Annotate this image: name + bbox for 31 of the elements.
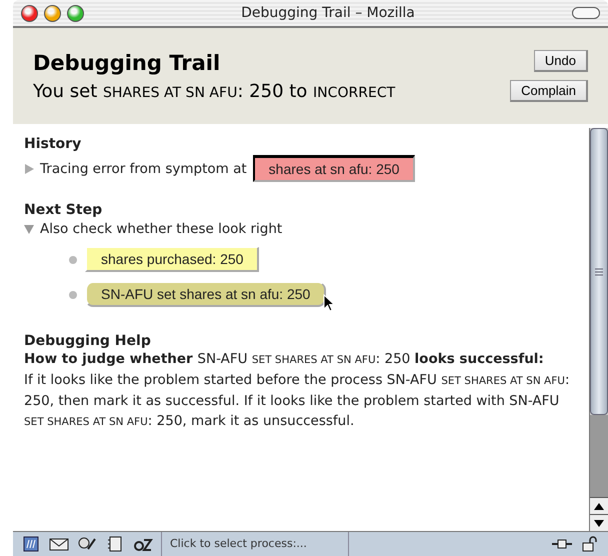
section-heading: History [24,136,82,152]
cursor-icon [323,294,336,312]
symptom-chip[interactable]: shares at sn afu: 250 [252,155,416,182]
scrollbar[interactable] [589,128,608,531]
expanded-triangle-icon[interactable] [24,224,34,234]
history-text: Tracing error from symptom at [40,160,247,176]
undo-button[interactable]: Undo [534,50,588,72]
step-text: Also check whether these look right [40,221,282,237]
window-title: Debugging Trail – Mozilla [240,5,416,21]
help-paragraph: If it looks like the problem started before the process SN-AFU SET SHARES AT SN AFU: 250, then mark it as successful. If it looks like the problem started with SN-AFU SET SHARES AT SN AFU: 250, mark it as unsuccessful. [24,371,571,431]
close-button[interactable] [21,4,38,22]
page-title: Debugging Trail [33,50,222,74]
process-chip[interactable]: SN-AFU set shares at sn afu: 250 [85,282,326,307]
section-heading: Next Step [24,202,104,218]
scroll-down-arrow-icon[interactable] [594,520,604,526]
scroll-up-arrow-icon[interactable] [594,502,604,510]
scroll-thumb[interactable] [590,128,608,415]
mail-icon[interactable] [49,536,69,552]
minimize-button[interactable] [44,4,61,22]
bullet-icon [69,290,77,298]
lock-icon[interactable] [580,536,600,552]
process-chip[interactable]: shares purchased: 250 [85,247,260,272]
bullet-icon [69,256,77,264]
status-text: Click to select process:... [161,532,349,556]
section-heading: Debugging Help [24,333,152,349]
help-question: How to judge whether SN-AFU SET SHARES AT SN AFU: 250 looks successful: [24,350,545,369]
toolbar-toggle-button[interactable] [572,7,600,19]
complain-button[interactable]: Complain [510,80,588,102]
verdict-text: You set SHARES AT SN AFU: 250 to INCORRECT [33,80,396,102]
grip-icon [595,268,603,276]
zoom-button[interactable] [67,4,84,22]
